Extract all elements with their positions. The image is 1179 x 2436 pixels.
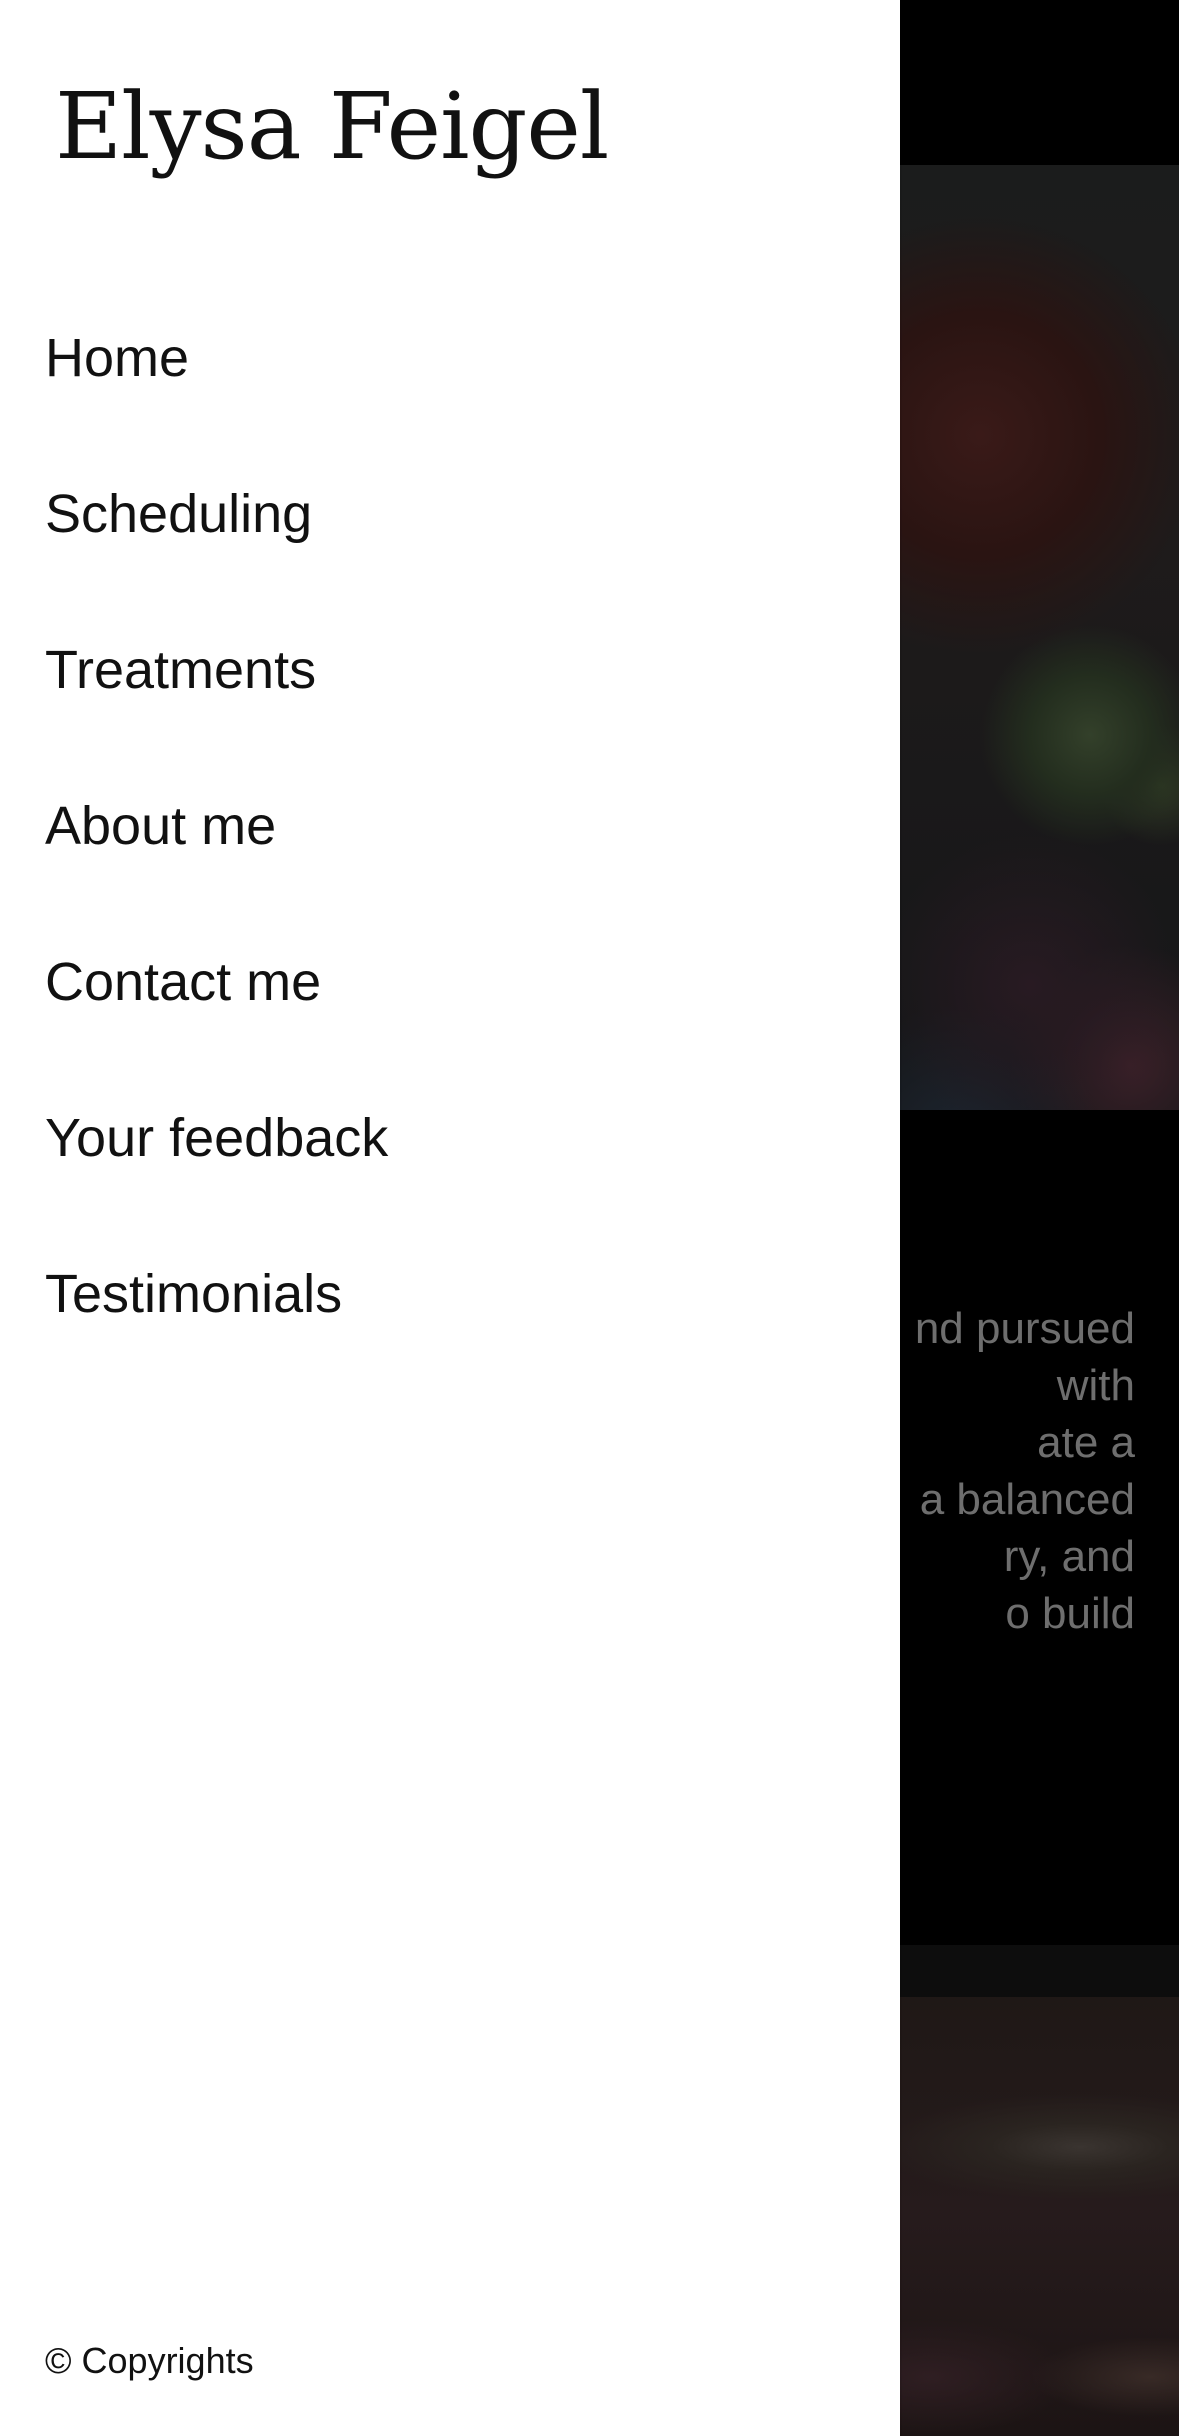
nav-item-scheduling[interactable]: Scheduling <box>45 436 388 592</box>
nav-item-about-me[interactable]: About me <box>45 748 388 904</box>
nav-item-label: Home <box>45 328 190 388</box>
nav-item-label: Scheduling <box>45 484 313 544</box>
navigation-drawer: Elysa Feigel Home Scheduling Treatments … <box>0 0 900 2436</box>
nav-item-your-feedback[interactable]: Your feedback <box>45 1060 388 1216</box>
nav-item-contact-me[interactable]: Contact me <box>45 904 388 1060</box>
nav-item-label: Testimonials <box>45 1264 343 1324</box>
nav-item-testimonials[interactable]: Testimonials <box>45 1216 388 1372</box>
site-title[interactable]: Elysa Feigel <box>55 72 609 182</box>
nav-item-label: Contact me <box>45 952 322 1012</box>
nav-item-label: Your feedback <box>45 1108 389 1168</box>
nav-item-home[interactable]: Home <box>45 280 388 436</box>
nav-item-label: Treatments <box>45 640 317 700</box>
nav-item-treatments[interactable]: Treatments <box>45 592 388 748</box>
nav-menu: Home Scheduling Treatments About me Cont… <box>45 280 388 1372</box>
copyright-text: © Copyrights <box>45 2340 254 2381</box>
nav-item-label: About me <box>45 796 277 856</box>
